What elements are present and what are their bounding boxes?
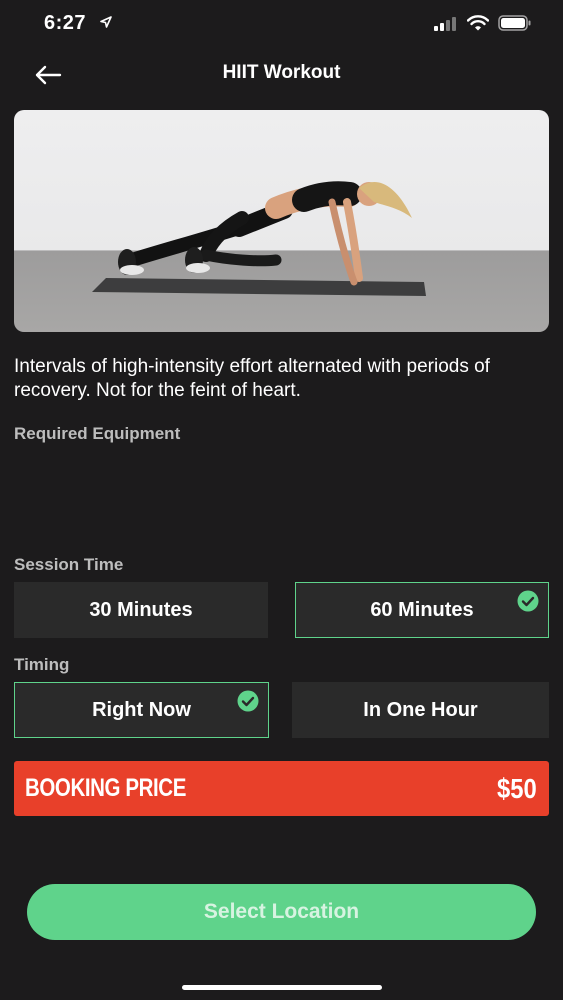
booking-price-label: BOOKING PRICE bbox=[25, 774, 186, 802]
checkmark-circle-icon bbox=[237, 690, 259, 712]
option-label: Right Now bbox=[92, 698, 191, 721]
required-equipment-label: Required Equipment bbox=[14, 424, 181, 443]
wifi-icon bbox=[467, 15, 489, 31]
checkmark-circle-icon bbox=[517, 590, 539, 612]
session-60-minutes-option[interactable]: 60 Minutes bbox=[295, 582, 549, 638]
booking-price-bar: BOOKING PRICE $50 bbox=[14, 761, 549, 816]
status-bar: 6:27 bbox=[0, 0, 563, 50]
timing-in-one-hour-option[interactable]: In One Hour bbox=[292, 682, 549, 738]
timing-right-now-option[interactable]: Right Now bbox=[14, 682, 269, 738]
option-label: 30 Minutes bbox=[89, 598, 193, 621]
battery-icon bbox=[498, 15, 531, 31]
booking-price-value: $50 bbox=[497, 772, 537, 804]
timing-label: Timing bbox=[14, 655, 70, 674]
select-location-label: Select Location bbox=[203, 900, 360, 923]
cellular-signal-icon bbox=[434, 17, 456, 31]
session-30-minutes-option[interactable]: 30 Minutes bbox=[14, 582, 268, 638]
workout-description: Intervals of high-intensity effort alter… bbox=[14, 356, 490, 401]
page-title: HIIT Workout bbox=[222, 62, 341, 83]
select-location-button[interactable]: Select Location bbox=[27, 884, 536, 940]
navigation-bar: HIIT Workout bbox=[0, 50, 563, 98]
home-indicator[interactable] bbox=[182, 985, 382, 990]
option-label: In One Hour bbox=[363, 698, 478, 721]
location-arrow-icon bbox=[100, 16, 112, 28]
status-time: 6:27 bbox=[44, 12, 87, 34]
exercise-illustration bbox=[92, 181, 426, 296]
session-time-label: Session Time bbox=[14, 555, 124, 574]
workout-hero-image bbox=[14, 110, 549, 332]
option-label: 60 Minutes bbox=[370, 598, 474, 621]
